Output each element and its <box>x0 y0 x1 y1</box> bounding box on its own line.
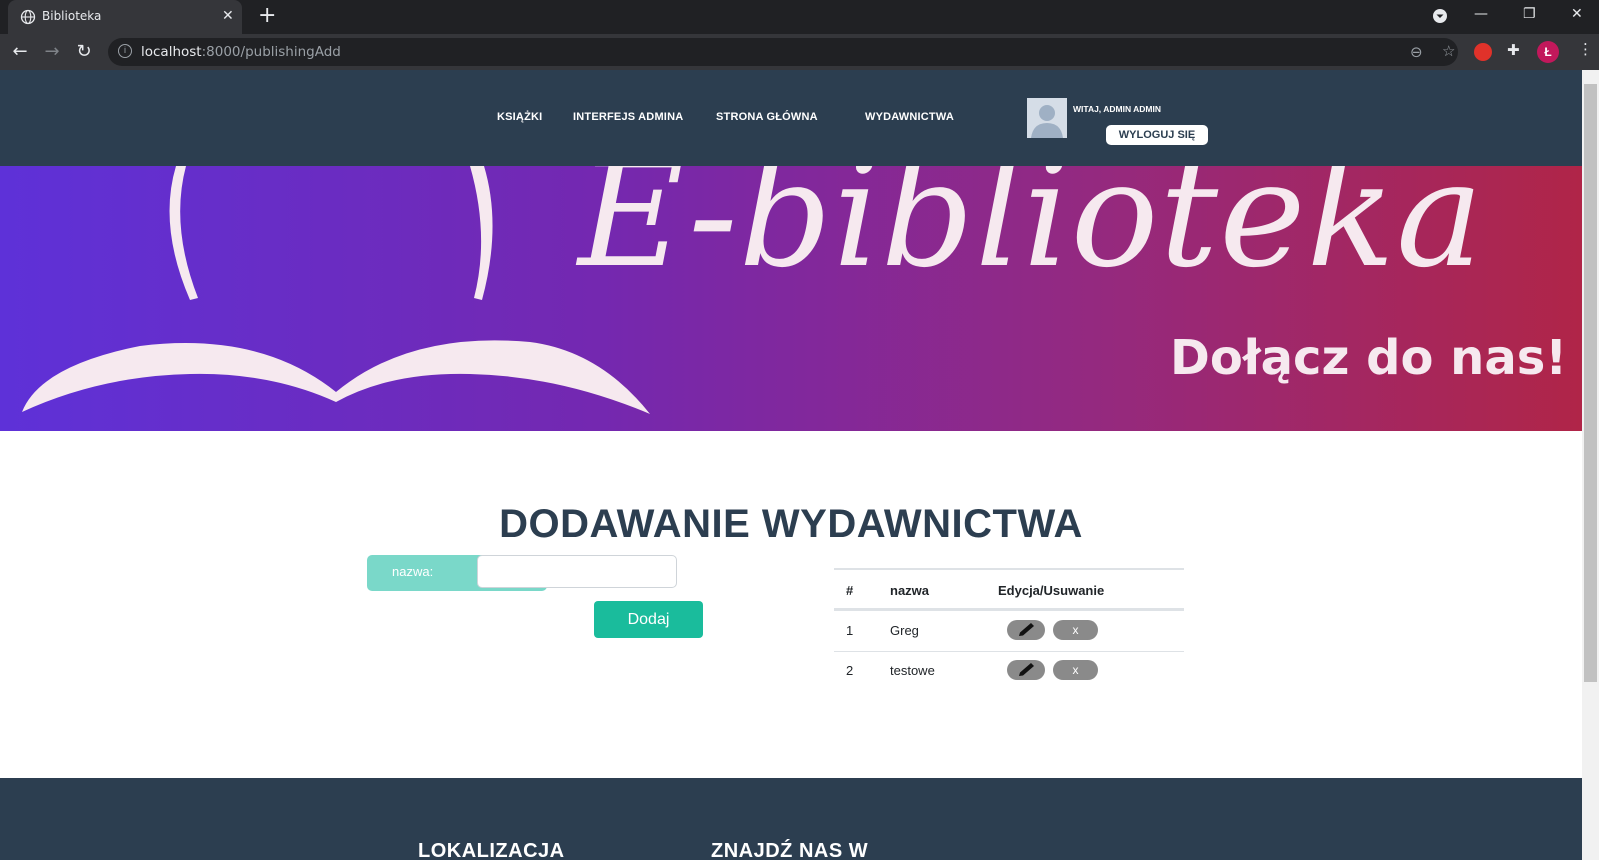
restore-button[interactable]: ❐ <box>1523 6 1536 22</box>
banner-subtitle: Dołącz do nas! <box>1170 330 1568 386</box>
close-window-button[interactable]: ✕ <box>1571 6 1583 22</box>
table-header-name: nazwa <box>890 583 930 598</box>
row-divider <box>834 651 1184 652</box>
pencil-icon <box>1019 663 1034 676</box>
table-header-actions: Edycja/Usuwanie <box>998 583 1105 598</box>
row-name: testowe <box>890 663 935 678</box>
pencil-icon <box>1019 623 1034 636</box>
profile-avatar[interactable]: Ł <box>1537 41 1559 63</box>
globe-icon <box>20 9 36 25</box>
delete-button[interactable]: x <box>1053 660 1098 680</box>
site-footer: LOKALIZACJA ZNAJDŹ NAS W <box>0 778 1582 862</box>
nav-link-books[interactable]: KSIĄŻKI <box>497 111 542 123</box>
nav-link-home[interactable]: STRONA GŁÓWNA <box>716 111 818 123</box>
browser-menu-icon[interactable]: ⋮ <box>1578 40 1593 58</box>
table-header-border <box>834 608 1184 611</box>
row-name: Greg <box>890 623 919 638</box>
scrollbar-thumb[interactable] <box>1584 84 1597 682</box>
banner-title: E-biblioteka <box>578 166 1485 300</box>
user-silhouette-icon <box>1027 98 1067 138</box>
forward-arrow-icon[interactable]: → <box>40 40 64 64</box>
nav-link-publishers[interactable]: WYDAWNICTWA <box>865 111 954 123</box>
back-arrow-icon[interactable]: ← <box>8 40 32 64</box>
address-bar[interactable]: i localhost:8000/publishingAdd ⊖ ☆ <box>108 38 1458 66</box>
page-scrollbar[interactable] <box>1582 70 1599 860</box>
name-input[interactable] <box>477 555 677 588</box>
delete-button[interactable]: x <box>1053 620 1098 640</box>
zoom-icon[interactable]: ⊖ <box>1410 43 1423 61</box>
site-info-icon[interactable]: i <box>118 44 132 58</box>
extensions-puzzle-icon[interactable]: ✚ <box>1507 41 1520 59</box>
tab-title: Biblioteka <box>42 9 102 23</box>
logout-button[interactable]: WYLOGUJ SIĘ <box>1106 125 1208 145</box>
table-header-id: # <box>846 583 854 598</box>
row-id: 2 <box>846 663 854 678</box>
add-button[interactable]: Dodaj <box>594 601 703 638</box>
url-text: localhost:8000/publishingAdd <box>141 44 341 60</box>
bookmark-star-icon[interactable]: ☆ <box>1442 42 1455 60</box>
name-label: nazwa: <box>392 564 434 579</box>
site-navbar: KSIĄŻKI INTERFEJS ADMINA STRONA GŁÓWNA W… <box>0 70 1582 166</box>
welcome-text: WITAJ, ADMIN ADMIN <box>1073 104 1161 114</box>
browser-tab-bar: Biblioteka ✕ + — ❐ ✕ <box>0 0 1599 34</box>
adblock-extension-icon[interactable] <box>1474 43 1492 61</box>
reload-icon[interactable]: ↻ <box>72 40 96 64</box>
hero-banner: E-biblioteka Dołącz do nas! <box>0 166 1582 431</box>
row-id: 1 <box>846 623 854 638</box>
tab-close-icon[interactable]: ✕ <box>222 7 234 24</box>
edit-button[interactable] <box>1007 660 1045 680</box>
browser-toolbar: ← → ↻ i localhost:8000/publishingAdd ⊖ ☆… <box>0 34 1599 70</box>
page-title: DODAWANIE WYDAWNICTWA <box>499 502 1083 546</box>
user-avatar <box>1027 98 1067 138</box>
browser-tab[interactable]: Biblioteka ✕ <box>8 0 242 34</box>
new-tab-button[interactable]: + <box>258 3 276 28</box>
tab-search-icon[interactable] <box>1432 8 1448 28</box>
nav-link-admin[interactable]: INTERFEJS ADMINA <box>573 111 683 123</box>
edit-button[interactable] <box>1007 620 1045 640</box>
table-top-border <box>834 568 1184 570</box>
minimize-button[interactable]: — <box>1474 6 1488 22</box>
